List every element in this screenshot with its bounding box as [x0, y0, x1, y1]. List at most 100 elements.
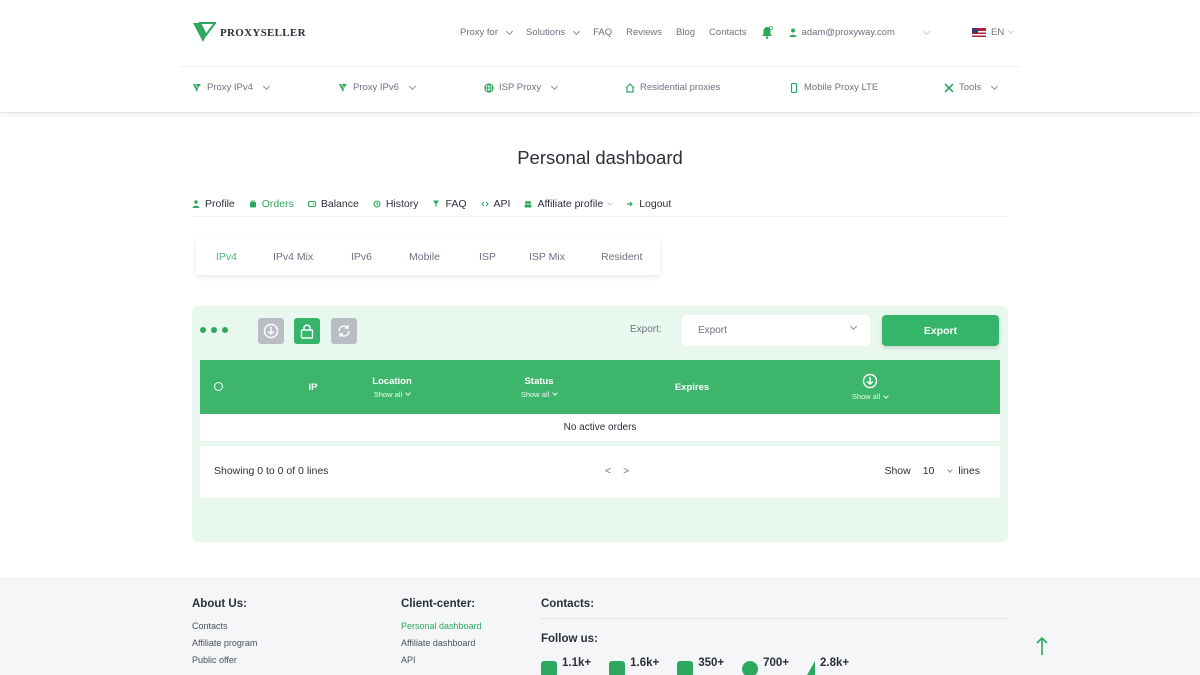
tab-mobile[interactable]: Mobile — [409, 251, 479, 263]
footer-divider — [540, 618, 1008, 619]
social-discord[interactable]: 350+ — [677, 657, 724, 675]
subnav-residential-proxies[interactable]: Residential proxies — [625, 82, 720, 93]
column-label: Location — [372, 375, 412, 387]
orders-panel: Export: Export Export IP Location Show a… — [192, 306, 1008, 542]
social-count: 350+ — [698, 657, 725, 669]
nav-label: Solutions — [526, 27, 566, 38]
menu-affiliate-profile[interactable]: Affiliate profile — [524, 198, 614, 210]
dashboard-menu-divider — [192, 216, 1007, 217]
download-icon — [263, 323, 279, 339]
tab-isp[interactable]: ISP — [479, 251, 529, 263]
nav-contacts[interactable]: Contacts — [709, 27, 747, 38]
bell-icon[interactable] — [761, 26, 773, 39]
export-label: Export: — [630, 324, 662, 335]
footer-link-affiliate-dashboard[interactable]: Affiliate dashboard — [401, 638, 482, 648]
whatsapp-icon — [742, 661, 759, 675]
subnav-mobile-proxy-lte[interactable]: Mobile Proxy LTE — [789, 82, 878, 93]
autorenew-filter[interactable]: Show all — [852, 392, 888, 401]
social-whatsapp[interactable]: 700+ — [742, 657, 789, 675]
footer-about: About Us: Contacts Affiliate program Pub… — [192, 598, 257, 672]
export-button[interactable]: Export — [882, 315, 999, 346]
pagination-info: Showing 0 to 0 of 0 lines — [214, 465, 329, 477]
tab-isp-mix[interactable]: ISP Mix — [529, 251, 601, 263]
menu-balance[interactable]: Balance — [307, 198, 359, 210]
proxy-type-tabs: IPv4 IPv4 Mix IPv6 Mobile ISP ISP Mix Re… — [196, 239, 660, 275]
subnav-proxy-ipv4[interactable]: Proxy IPv4 — [192, 82, 270, 93]
chevron-down-icon — [922, 27, 931, 35]
tab-resident[interactable]: Resident — [601, 251, 642, 263]
subnav-label: Mobile Proxy LTE — [804, 82, 879, 93]
subnav-tools[interactable]: Tools — [944, 82, 999, 93]
nav-label: Reviews — [626, 27, 663, 38]
logo[interactable]: PROXYSELLER — [192, 22, 306, 44]
nav-reviews[interactable]: Reviews — [626, 27, 662, 38]
nav-label: Blog — [676, 27, 696, 38]
menu-faq[interactable]: FAQ — [432, 198, 467, 210]
home-icon — [625, 82, 635, 93]
us-flag-icon — [972, 28, 986, 37]
chevron-down-icon — [505, 27, 514, 35]
orders-icon — [249, 200, 256, 208]
footer-link-personal-dashboard[interactable]: Personal dashboard — [401, 621, 482, 631]
code-icon — [480, 201, 489, 207]
subnav-proxy-ipv6[interactable]: Proxy IPv6 — [338, 82, 416, 93]
footer-link-api[interactable]: API — [401, 655, 482, 665]
refresh-button[interactable] — [331, 318, 357, 344]
next-page-button[interactable]: > — [623, 465, 629, 477]
column-location: Location Show all — [358, 360, 426, 414]
menu-api[interactable]: API — [480, 198, 510, 210]
chevron-down-icon — [573, 27, 581, 35]
subnav-isp-proxy[interactable]: ISP Proxy — [484, 82, 559, 93]
question-icon — [433, 200, 440, 207]
show-label: Show — [884, 465, 911, 477]
social-links: 1.1k+ 1.6k+ 350+ 700+ 2.8k+ — [541, 657, 849, 675]
chevron-down-icon — [991, 82, 999, 90]
scroll-to-top-icon[interactable] — [1034, 636, 1050, 656]
more-options-icon[interactable] — [200, 327, 228, 333]
column-label: Status — [524, 375, 554, 387]
page-size-select[interactable]: 10 — [923, 465, 935, 477]
nav-solutions[interactable]: Solutions — [526, 27, 581, 38]
social-facebook[interactable]: 1.1k+ — [541, 657, 591, 675]
menu-label: Balance — [320, 198, 359, 210]
language-label: EN — [991, 27, 1005, 38]
column-ip: IP — [290, 360, 336, 414]
subnav-label: Proxy IPv6 — [353, 82, 399, 93]
language-selector[interactable]: EN — [972, 27, 1015, 38]
menu-history[interactable]: History — [373, 198, 418, 210]
prev-page-button[interactable]: < — [605, 465, 611, 477]
youtube-icon — [609, 661, 626, 675]
top-nav: Proxy for Solutions FAQ Reviews Blog Con… — [460, 26, 931, 39]
menu-profile[interactable]: Profile — [192, 198, 235, 210]
nav-blog[interactable]: Blog — [676, 27, 695, 38]
facebook-icon — [541, 661, 557, 675]
chevron-down-icon[interactable] — [947, 466, 954, 473]
footer-link-affiliate-program[interactable]: Affiliate program — [192, 638, 257, 648]
tab-ipv4[interactable]: IPv4 — [216, 251, 273, 263]
location-filter[interactable]: Show all — [374, 390, 410, 399]
proxy-icon — [339, 83, 347, 92]
tab-ipv4-mix[interactable]: IPv4 Mix — [273, 251, 351, 263]
footer-link-contacts[interactable]: Contacts — [192, 621, 257, 631]
download-button[interactable] — [258, 318, 284, 344]
select-all-radio[interactable] — [214, 382, 223, 391]
footer-link-public-offer[interactable]: Public offer — [192, 655, 257, 665]
menu-label: Orders — [261, 198, 294, 210]
tab-ipv6[interactable]: IPv6 — [351, 251, 409, 263]
social-youtube[interactable]: 1.6k+ — [609, 657, 659, 675]
status-filter[interactable]: Show all — [521, 390, 557, 399]
empty-state: No active orders — [200, 414, 1000, 441]
footer-contacts-title: Contacts: — [541, 598, 595, 610]
top-header: PROXYSELLER Proxy for Solutions FAQ Revi… — [0, 0, 1200, 66]
user-menu[interactable]: adam@proxyway.com — [789, 27, 931, 38]
menu-orders[interactable]: Orders — [249, 198, 294, 210]
nav-faq[interactable]: FAQ — [593, 27, 612, 38]
lock-button[interactable] — [294, 318, 320, 344]
tools-icon — [944, 82, 954, 93]
social-telegram[interactable]: 2.8k+ — [807, 657, 849, 675]
subnav-label: Residential proxies — [640, 82, 721, 93]
nav-proxy-for[interactable]: Proxy for — [460, 27, 514, 38]
export-select[interactable]: Export — [682, 315, 870, 346]
menu-logout[interactable]: Logout — [626, 198, 671, 210]
users-icon — [524, 201, 532, 208]
